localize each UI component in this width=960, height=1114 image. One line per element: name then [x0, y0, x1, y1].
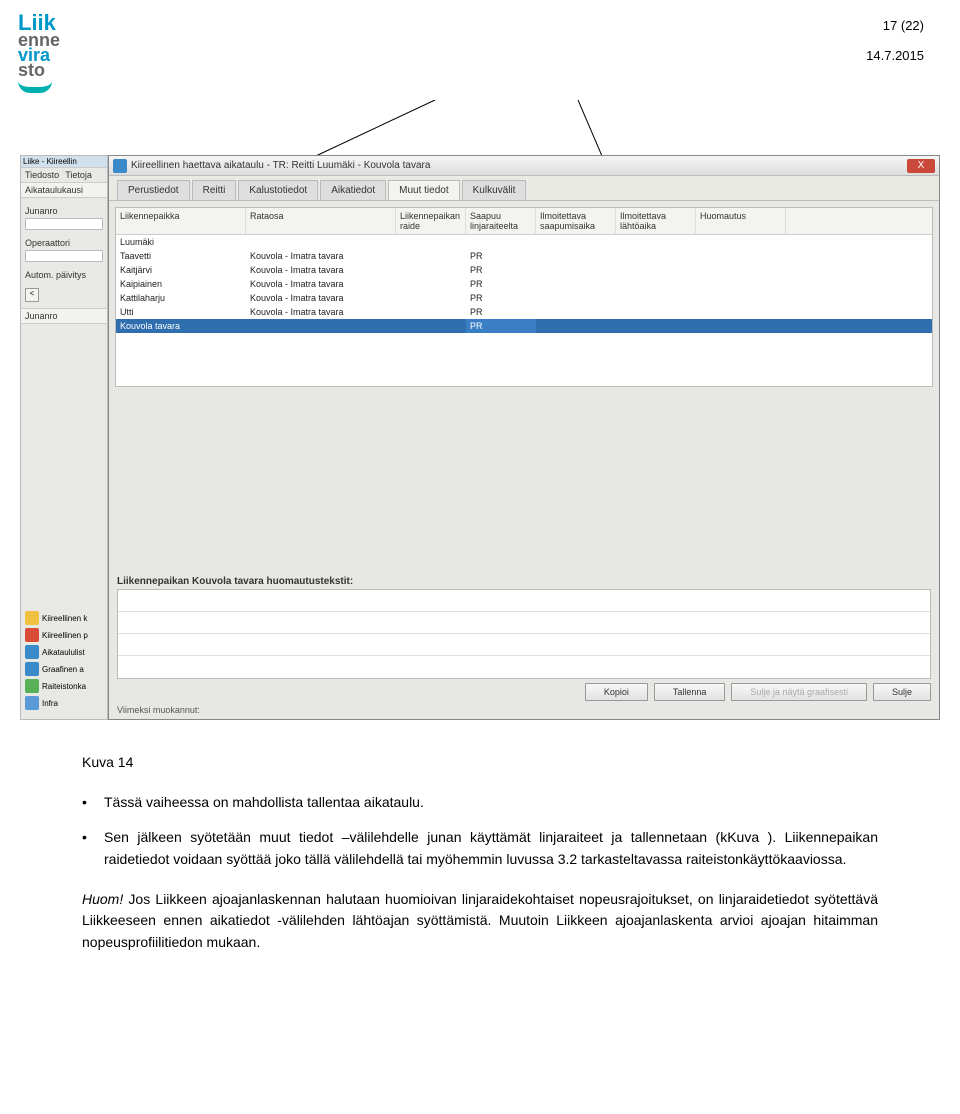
dialog-app-icon: [113, 159, 127, 173]
tab-kalustotiedot[interactable]: Kalustotiedot: [238, 180, 318, 200]
icon-label-4[interactable]: Graafinen a: [42, 665, 84, 674]
input-operaattori[interactable]: [25, 250, 103, 262]
notes-textarea[interactable]: [117, 589, 931, 679]
th-saapuu[interactable]: Saapuu linjaraiteelta: [466, 208, 536, 234]
logo: Liik enne vira sto: [18, 14, 86, 93]
tab-reitti[interactable]: Reitti: [192, 180, 237, 200]
th-ilm-lahto[interactable]: Ilmoitettava lähtöaika: [616, 208, 696, 234]
infra-icon: [25, 696, 39, 710]
warn-icon: [25, 611, 39, 625]
logo-arc-icon: [18, 81, 52, 93]
menu-info[interactable]: Tietoja: [65, 170, 92, 180]
app-background-panel: Liike - Kiireellin Tiedosto Tietoja Aika…: [20, 155, 108, 720]
icon-label-3[interactable]: Aikataululist: [42, 648, 85, 657]
tab-muut-tiedot[interactable]: Muut tiedot: [388, 180, 459, 200]
stops-table[interactable]: Liikennepaikka Rataosa Liikennepaikan ra…: [115, 207, 933, 387]
tab-kulkuvalit[interactable]: Kulkuvälit: [462, 180, 527, 200]
icon-label-6[interactable]: Infra: [42, 699, 58, 708]
icon-label-2[interactable]: Kiireellinen p: [42, 631, 88, 640]
tab-aikatiedot[interactable]: Aikatiedot: [320, 180, 386, 200]
document-body: Kuva 14 Tässä vaiheessa on mahdollista t…: [82, 752, 878, 954]
save-button[interactable]: Tallenna: [654, 683, 726, 701]
bullet-1: Tässä vaiheessa on mahdollista tallentaa…: [104, 792, 878, 814]
figure-caption: Kuva 14: [82, 752, 878, 774]
icon-label-5[interactable]: Raiteistonka: [42, 682, 86, 691]
label-junanro: Junanro: [21, 204, 107, 218]
table-row[interactable]: Luumäki: [116, 235, 932, 249]
th-raide[interactable]: Liikennepaikan raide: [396, 208, 466, 234]
track-icon: [25, 679, 39, 693]
close-graph-button[interactable]: Sulje ja näytä graafisesti: [731, 683, 867, 701]
screenshot-figure: Liike - Kiireellin Tiedosto Tietoja Aika…: [20, 155, 940, 720]
note-paragraph: Huom! Jos Liikkeen ajoajanlaskennan halu…: [82, 889, 878, 954]
page-number: 17 (22): [883, 18, 924, 33]
note-label: Huom!: [82, 891, 123, 907]
table-row[interactable]: KaipiainenKouvola - Imatra tavaraPR: [116, 277, 932, 291]
label-autom-paivitys: Autom. päivitys: [21, 268, 107, 282]
dialog-title-text: Kiireellinen haettava aikataulu - TR: Re…: [131, 160, 430, 171]
table-row[interactable]: KaitjärviKouvola - Imatra tavaraPR: [116, 263, 932, 277]
list-icon: [25, 645, 39, 659]
th-rataosa[interactable]: Rataosa: [246, 208, 396, 234]
menu-file[interactable]: Tiedosto: [25, 170, 59, 180]
table-row[interactable]: TaavettiKouvola - Imatra tavaraPR: [116, 249, 932, 263]
notes-label: Liikennepaikan Kouvola tavara huomautust…: [117, 576, 931, 587]
tab-perustiedot[interactable]: Perustiedot: [117, 180, 190, 200]
chart-icon: [25, 662, 39, 676]
close-button[interactable]: Sulje: [873, 683, 931, 701]
th-liikennepaikka[interactable]: Liikennepaikka: [116, 208, 246, 234]
th-huom[interactable]: Huomautus: [696, 208, 786, 234]
table-row[interactable]: UttiKouvola - Imatra tavaraPR: [116, 305, 932, 319]
stop-icon: [25, 628, 39, 642]
input-junanro[interactable]: [25, 218, 103, 230]
table-row[interactable]: KattilaharjuKouvola - Imatra tavaraPR: [116, 291, 932, 305]
last-modified-label: Viimeksi muokannut:: [117, 705, 200, 715]
label-operaattori: Operaattori: [21, 236, 107, 250]
note-text: Jos Liikkeen ajoajanlaskennan halutaan h…: [82, 891, 878, 950]
th-ilm-saap[interactable]: Ilmoitettava saapumisaika: [536, 208, 616, 234]
table-row[interactable]: Kouvola tavaraPR: [116, 319, 932, 333]
page-date: 14.7.2015: [866, 48, 924, 63]
collapse-button[interactable]: <: [25, 288, 39, 302]
icon-label-1[interactable]: Kiireellinen k: [42, 614, 87, 623]
dialog-tabs: Perustiedot Reitti Kalustotiedot Aikatie…: [109, 176, 939, 201]
dialog-window: Kiireellinen haettava aikataulu - TR: Re…: [108, 155, 940, 720]
label-aikataulukausi: Aikataulukausi: [25, 185, 83, 195]
logo-line4: sto: [18, 63, 86, 78]
dialog-titlebar: Kiireellinen haettava aikataulu - TR: Re…: [109, 156, 939, 176]
label-junanro2: Junanro: [25, 311, 58, 321]
app-titlebar: Liike - Kiireellin: [21, 156, 107, 168]
bullet-2: Sen jälkeen syötetään muut tiedot –välil…: [104, 827, 878, 870]
copy-button[interactable]: Kopioi: [585, 683, 648, 701]
close-icon[interactable]: X: [907, 159, 935, 173]
